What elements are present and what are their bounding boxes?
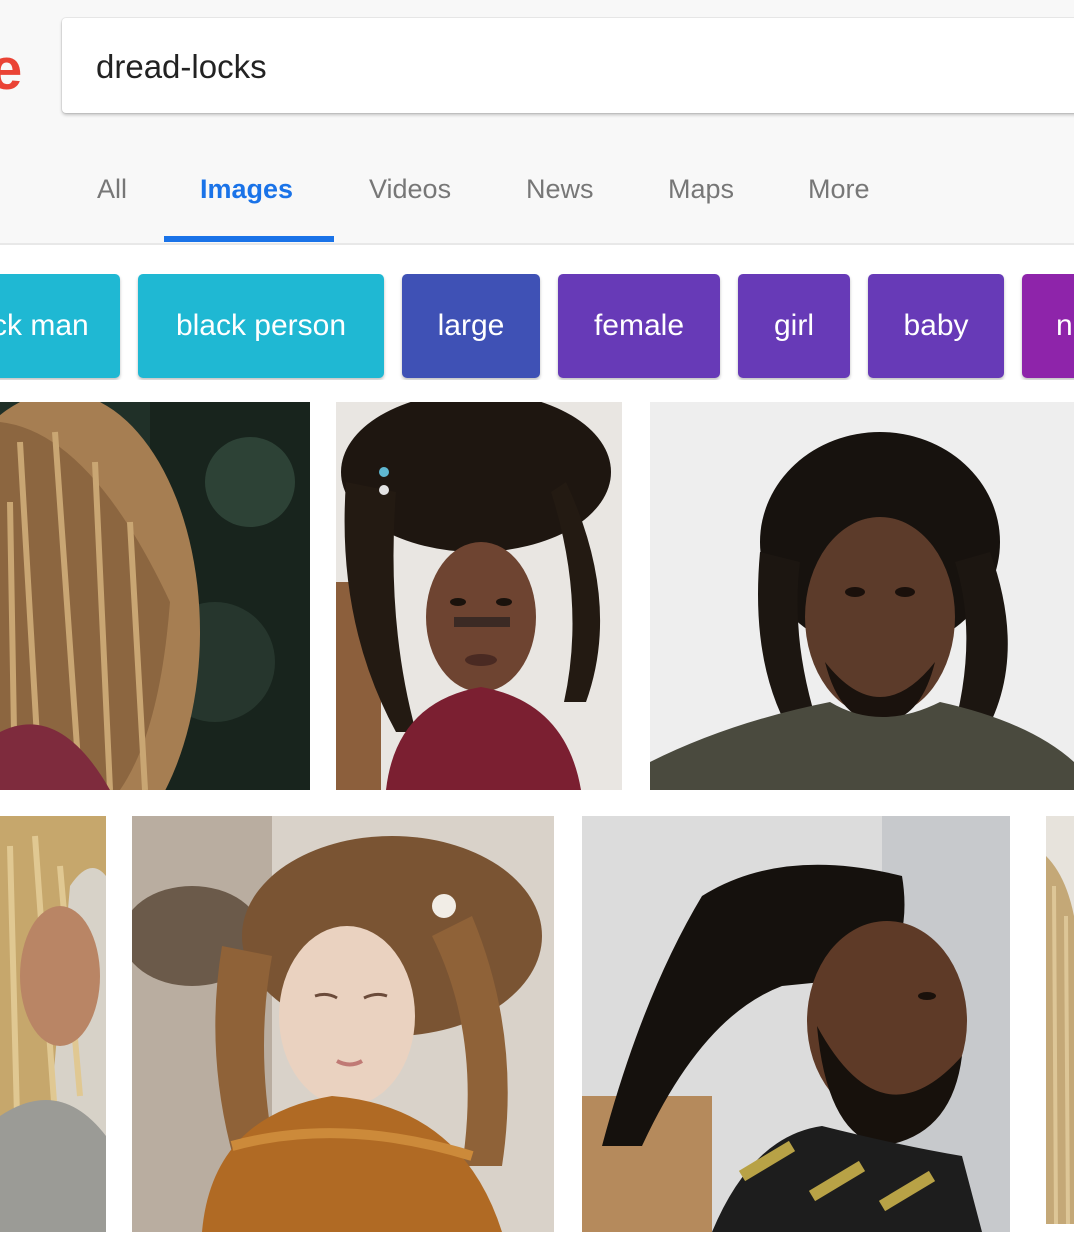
chip-girl[interactable]: girl: [738, 274, 850, 378]
image-result[interactable]: [650, 402, 1074, 790]
image-result[interactable]: [132, 816, 554, 1232]
result-thumbnail: [582, 816, 1010, 1232]
logo[interactable]: e: [0, 38, 22, 102]
result-thumbnail: [132, 816, 554, 1232]
tab-news[interactable]: News: [526, 174, 594, 205]
result-thumbnail: [1046, 816, 1074, 1224]
search-input[interactable]: [96, 42, 996, 92]
chip-label: girl: [773, 309, 814, 342]
search-header: e All Images Videos News Maps More: [0, 0, 1074, 245]
chip-label: ck man: [0, 309, 89, 342]
image-result[interactable]: [582, 816, 1010, 1232]
result-thumbnail: [650, 402, 1074, 790]
result-thumbnail: [0, 402, 310, 790]
tab-all[interactable]: All: [97, 174, 127, 205]
tab-maps[interactable]: Maps: [668, 174, 734, 205]
tab-videos[interactable]: Videos: [369, 174, 451, 205]
chip-label: black person: [175, 309, 347, 342]
tab-more[interactable]: More: [808, 174, 870, 205]
search-tabs: All Images Videos News Maps More: [0, 150, 1074, 243]
chip-label: baby: [903, 309, 969, 342]
chip-female[interactable]: female: [558, 274, 720, 378]
chip-large[interactable]: large: [402, 274, 540, 378]
image-result[interactable]: [336, 402, 622, 790]
active-tab-indicator: [164, 236, 334, 242]
related-search-chips: ck man black person large female girl ba…: [0, 274, 1074, 380]
result-thumbnail: [0, 816, 106, 1232]
image-result[interactable]: [0, 402, 310, 790]
chip-black-person[interactable]: black person: [138, 274, 384, 378]
chip-label: large: [437, 309, 505, 342]
chip-partial[interactable]: n: [1022, 274, 1074, 378]
tab-images[interactable]: Images: [200, 174, 293, 205]
chip-label: female: [593, 309, 685, 342]
image-result[interactable]: [0, 816, 106, 1232]
chip-baby[interactable]: baby: [868, 274, 1004, 378]
result-thumbnail: [336, 402, 622, 790]
search-box[interactable]: [62, 18, 1074, 113]
image-result[interactable]: [1046, 816, 1074, 1224]
chip-label: n: [1056, 309, 1073, 342]
chip-black-man[interactable]: ck man: [0, 274, 120, 378]
